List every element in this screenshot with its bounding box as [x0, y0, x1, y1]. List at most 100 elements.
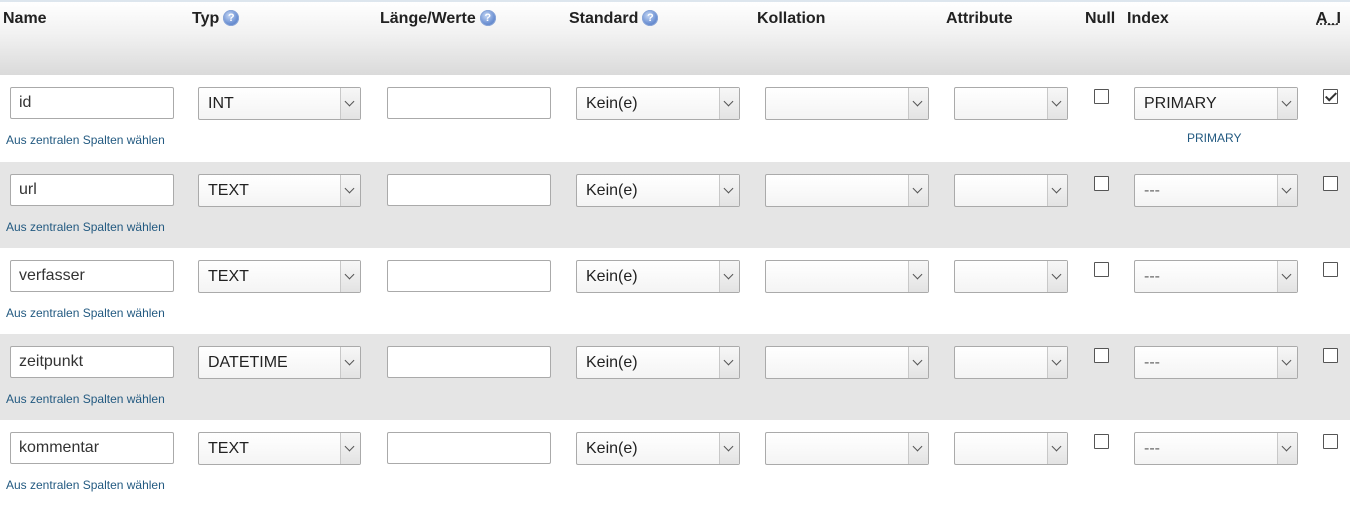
- central-columns-link[interactable]: Aus zentralen Spalten wählen: [6, 133, 165, 147]
- attribute-select[interactable]: [954, 346, 1068, 379]
- attribute-select[interactable]: [954, 87, 1068, 120]
- index-value: ---: [1144, 354, 1160, 371]
- header-typ-label: Typ: [192, 10, 220, 27]
- index-value: ---: [1144, 182, 1160, 199]
- chevron-down-icon: [908, 347, 928, 378]
- central-columns-link[interactable]: Aus zentralen Spalten wählen: [6, 220, 165, 234]
- central-columns-link[interactable]: Aus zentralen Spalten wählen: [6, 478, 165, 492]
- chevron-down-icon: [340, 433, 360, 464]
- column-name-value: kommentar: [19, 439, 100, 456]
- type-select[interactable]: TEXT: [198, 432, 361, 465]
- chevron-down-icon: [908, 433, 928, 464]
- null-checkbox[interactable]: [1094, 348, 1109, 363]
- collation-select[interactable]: [765, 87, 929, 120]
- column-row-id: id INT Kein(e) PRIMARY PRIMARY Aus zentr…: [0, 75, 1350, 161]
- attribute-select[interactable]: [954, 260, 1068, 293]
- type-select[interactable]: INT: [198, 87, 361, 120]
- default-value: Kein(e): [586, 354, 638, 371]
- collation-select[interactable]: [765, 432, 929, 465]
- default-select[interactable]: Kein(e): [576, 346, 740, 379]
- index-select[interactable]: ---: [1134, 432, 1298, 465]
- column-name-value: verfasser: [19, 267, 85, 284]
- column-name-value: id: [19, 94, 32, 111]
- collation-select[interactable]: [765, 260, 929, 293]
- chevron-down-icon: [719, 88, 739, 119]
- index-select[interactable]: ---: [1134, 346, 1298, 379]
- column-row-url: url TEXT Kein(e) --- Aus zentralen Spalt…: [0, 162, 1350, 248]
- default-select[interactable]: Kein(e): [576, 260, 740, 293]
- length-input[interactable]: [387, 432, 551, 464]
- help-icon[interactable]: ?: [223, 9, 240, 26]
- column-name-value: url: [19, 181, 37, 198]
- chevron-down-icon: [719, 433, 739, 464]
- length-input[interactable]: [387, 346, 551, 378]
- chevron-down-icon: [719, 261, 739, 292]
- column-name-input[interactable]: url: [10, 174, 174, 206]
- collation-select[interactable]: [765, 174, 929, 207]
- index-label: PRIMARY: [1187, 131, 1242, 145]
- central-columns-link[interactable]: Aus zentralen Spalten wählen: [6, 306, 165, 320]
- column-name-input[interactable]: verfasser: [10, 260, 174, 292]
- null-checkbox[interactable]: [1094, 262, 1109, 277]
- default-value: Kein(e): [586, 182, 638, 199]
- index-select[interactable]: ---: [1134, 174, 1298, 207]
- auto-increment-checkbox[interactable]: [1323, 89, 1338, 104]
- index-value: PRIMARY: [1144, 95, 1217, 112]
- attribute-select[interactable]: [954, 174, 1068, 207]
- chevron-down-icon: [1277, 347, 1297, 378]
- null-checkbox[interactable]: [1094, 89, 1109, 104]
- help-icon[interactable]: ?: [479, 9, 496, 26]
- null-checkbox[interactable]: [1094, 176, 1109, 191]
- table-header: Name Typ? Länge/Werte? Standard? Kollati…: [0, 2, 1350, 75]
- header-standard-label: Standard: [569, 10, 639, 27]
- chevron-down-icon: [1277, 433, 1297, 464]
- chevron-down-icon: [908, 175, 928, 206]
- auto-increment-checkbox[interactable]: [1323, 434, 1338, 449]
- attribute-select[interactable]: [954, 432, 1068, 465]
- type-select[interactable]: TEXT: [198, 174, 361, 207]
- chevron-down-icon: [1047, 175, 1067, 206]
- chevron-down-icon: [1277, 261, 1297, 292]
- chevron-down-icon: [1277, 175, 1297, 206]
- chevron-down-icon: [908, 88, 928, 119]
- length-input[interactable]: [387, 87, 551, 119]
- type-value: DATETIME: [208, 354, 288, 371]
- chevron-down-icon: [1047, 347, 1067, 378]
- column-row-kommentar: kommentar TEXT Kein(e) --- Aus zentralen…: [0, 420, 1350, 506]
- column-row-verfasser: verfasser TEXT Kein(e) --- Aus zentralen…: [0, 248, 1350, 334]
- type-select[interactable]: DATETIME: [198, 346, 361, 379]
- chevron-down-icon: [1277, 88, 1297, 119]
- length-input[interactable]: [387, 174, 551, 206]
- header-name: Name: [3, 10, 47, 27]
- auto-increment-checkbox[interactable]: [1323, 262, 1338, 277]
- auto-increment-checkbox[interactable]: [1323, 176, 1338, 191]
- header-typ: Typ?: [192, 9, 240, 28]
- chevron-down-icon: [908, 261, 928, 292]
- auto-increment-checkbox[interactable]: [1323, 348, 1338, 363]
- type-select[interactable]: TEXT: [198, 260, 361, 293]
- index-select[interactable]: ---: [1134, 260, 1298, 293]
- header-kollation: Kollation: [757, 10, 826, 27]
- column-name-input[interactable]: kommentar: [10, 432, 174, 464]
- header-standard: Standard?: [569, 9, 659, 28]
- length-input[interactable]: [387, 260, 551, 292]
- column-name-input[interactable]: id: [10, 87, 174, 119]
- column-name-input[interactable]: zeitpunkt: [10, 346, 174, 378]
- default-select[interactable]: Kein(e): [576, 87, 740, 120]
- chevron-down-icon: [340, 175, 360, 206]
- index-select[interactable]: PRIMARY: [1134, 87, 1298, 120]
- index-value: ---: [1144, 268, 1160, 285]
- null-checkbox[interactable]: [1094, 434, 1109, 449]
- chevron-down-icon: [719, 175, 739, 206]
- default-select[interactable]: Kein(e): [576, 432, 740, 465]
- type-value: TEXT: [208, 182, 249, 199]
- central-columns-link[interactable]: Aus zentralen Spalten wählen: [6, 392, 165, 406]
- type-value: TEXT: [208, 268, 249, 285]
- header-ai: A_I: [1316, 10, 1341, 27]
- chevron-down-icon: [1047, 88, 1067, 119]
- index-value: ---: [1144, 440, 1160, 457]
- default-value: Kein(e): [586, 440, 638, 457]
- collation-select[interactable]: [765, 346, 929, 379]
- help-icon[interactable]: ?: [642, 9, 659, 26]
- default-select[interactable]: Kein(e): [576, 174, 740, 207]
